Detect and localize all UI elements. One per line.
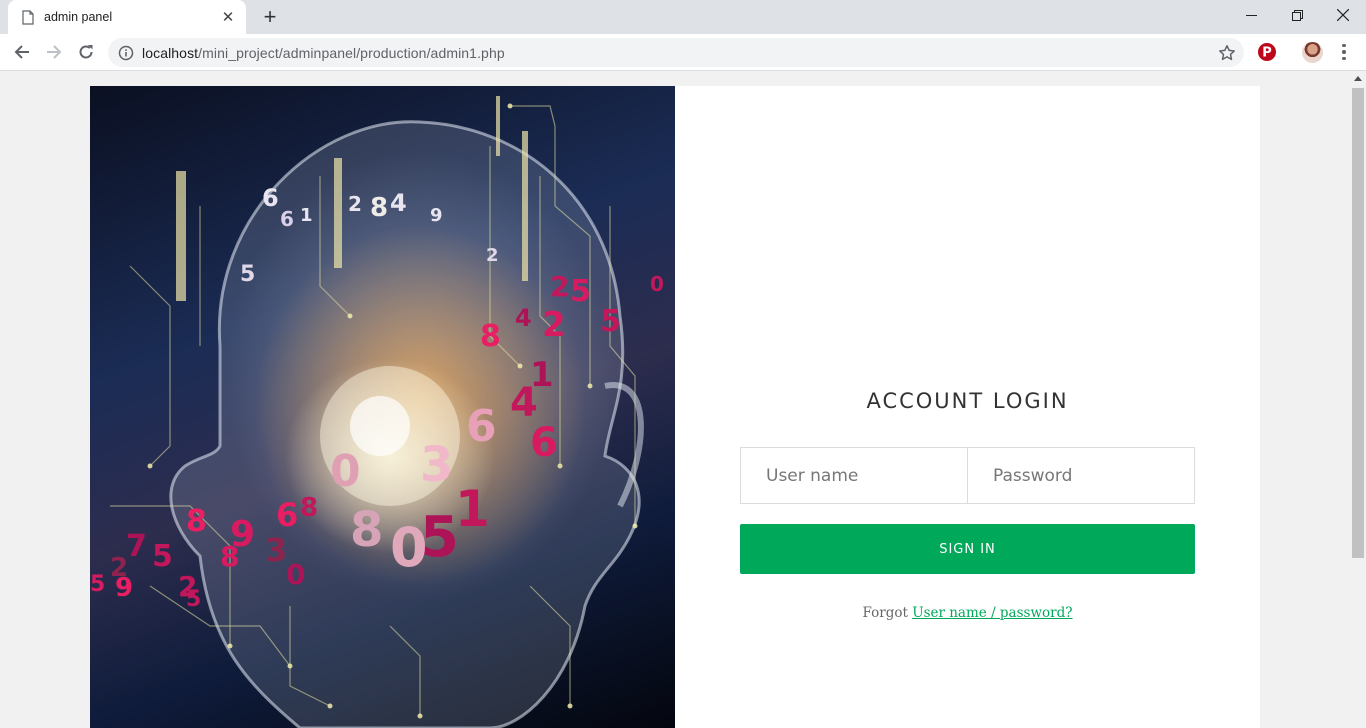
svg-text:2: 2 — [550, 270, 569, 303]
svg-text:6: 6 — [280, 207, 294, 231]
svg-text:5: 5 — [600, 304, 621, 339]
svg-text:P: P — [1262, 46, 1272, 61]
browser-menu-icon[interactable] — [1334, 42, 1354, 62]
url-text: localhost/mini_project/adminpanel/produc… — [142, 45, 505, 61]
url-path: /mini_project/adminpanel/production/admi… — [198, 44, 505, 61]
svg-text:1: 1 — [300, 205, 313, 226]
svg-text:4: 4 — [515, 304, 532, 332]
svg-text:6: 6 — [276, 496, 298, 534]
svg-text:9: 9 — [115, 573, 133, 603]
url-host: localhost — [142, 44, 199, 61]
login-title: ACCOUNT LOGIN — [866, 389, 1069, 413]
address-bar[interactable]: localhost/mini_project/adminpanel/produc… — [108, 38, 1244, 67]
svg-text:8: 8 — [220, 540, 239, 573]
svg-text:5: 5 — [152, 539, 173, 574]
forgot-credentials: Forgot User name / password? — [675, 605, 1260, 621]
svg-text:0: 0 — [650, 272, 664, 296]
svg-text:2: 2 — [348, 192, 362, 216]
svg-text:5: 5 — [90, 572, 105, 597]
svg-text:7: 7 — [126, 529, 147, 564]
pinterest-icon[interactable]: P — [1257, 42, 1277, 62]
restore-icon[interactable] — [1274, 0, 1320, 30]
hero-illustration: 2 5 5 4 2 8 1 4 6 6 3 0 1 5 8 0 9 6 8 3 … — [90, 86, 675, 728]
svg-text:2: 2 — [486, 245, 499, 266]
new-tab-button[interactable]: + — [256, 4, 284, 30]
profile-avatar[interactable] — [1302, 42, 1323, 63]
tab-title: admin panel — [44, 10, 113, 24]
svg-text:5: 5 — [570, 274, 591, 309]
page-scrollbar[interactable] — [1350, 72, 1366, 728]
info-icon[interactable] — [118, 45, 134, 61]
username-input[interactable] — [740, 447, 968, 504]
back-arrow-icon[interactable] — [8, 38, 36, 66]
forward-arrow-icon[interactable] — [40, 38, 68, 66]
svg-text:0: 0 — [286, 558, 305, 591]
svg-text:0: 0 — [390, 516, 428, 579]
svg-text:6: 6 — [262, 184, 279, 212]
forgot-prefix: Forgot — [862, 605, 908, 621]
sign-in-button[interactable]: SIGN IN — [740, 524, 1195, 574]
password-input[interactable] — [967, 447, 1195, 504]
svg-text:3: 3 — [265, 531, 287, 569]
svg-text:8: 8 — [186, 504, 207, 539]
bookmark-star-icon[interactable] — [1218, 44, 1236, 62]
svg-text:8: 8 — [350, 502, 383, 558]
svg-text:8: 8 — [370, 193, 388, 223]
svg-text:1: 1 — [455, 480, 490, 538]
ai-head-illustration: 2 5 5 4 2 8 1 4 6 6 3 0 1 5 8 0 9 6 8 3 … — [90, 96, 664, 728]
svg-text:0: 0 — [330, 446, 361, 497]
close-icon[interactable] — [1320, 0, 1366, 30]
tab-strip: admin panel ✕ + — [0, 0, 1366, 34]
svg-text:2: 2 — [542, 305, 566, 345]
svg-text:6: 6 — [466, 401, 497, 452]
login-panel: ACCOUNT LOGIN SIGN IN Forgot User name /… — [675, 86, 1260, 728]
scroll-up-arrow-icon[interactable] — [1354, 76, 1362, 81]
page-icon — [22, 9, 34, 25]
scrollbar-thumb[interactable] — [1352, 88, 1364, 558]
login-card: 2 5 5 4 2 8 1 4 6 6 3 0 1 5 8 0 9 6 8 3 … — [90, 86, 1260, 728]
svg-text:4: 4 — [390, 189, 407, 217]
browser-toolbar: localhost/mini_project/adminpanel/produc… — [0, 34, 1366, 71]
minimize-icon[interactable] — [1228, 0, 1274, 30]
reload-icon[interactable] — [72, 38, 100, 66]
svg-text:9: 9 — [430, 205, 443, 226]
svg-text:8: 8 — [480, 319, 501, 354]
svg-text:6: 6 — [530, 420, 558, 466]
svg-text:5: 5 — [240, 262, 255, 287]
page-viewport: 2 5 5 4 2 8 1 4 6 6 3 0 1 5 8 0 9 6 8 3 … — [0, 72, 1350, 728]
svg-text:8: 8 — [300, 493, 318, 523]
tab-close-icon[interactable]: ✕ — [220, 9, 236, 26]
forgot-credentials-link[interactable]: User name / password? — [912, 605, 1072, 621]
svg-text:3: 3 — [420, 437, 453, 493]
svg-text:5: 5 — [186, 587, 201, 612]
browser-tab[interactable]: admin panel ✕ — [8, 0, 246, 34]
